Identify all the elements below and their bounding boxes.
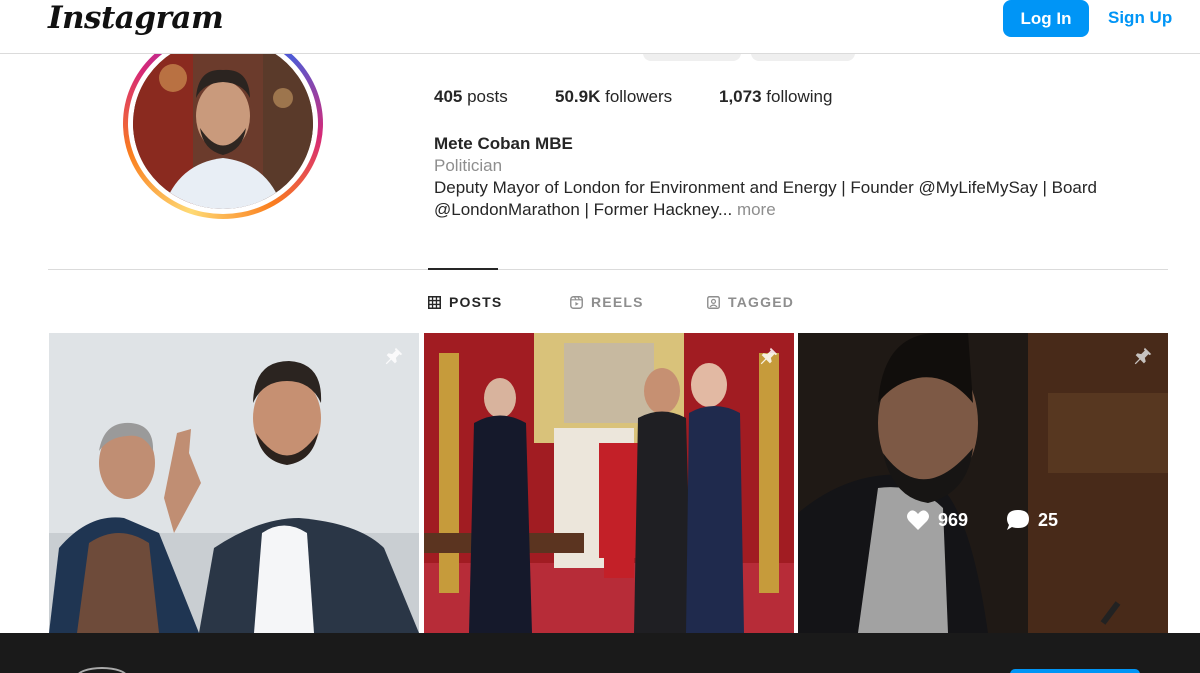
heart-icon: [907, 510, 929, 530]
post-tile-1[interactable]: [49, 333, 419, 633]
tab-posts[interactable]: POSTS: [428, 294, 502, 310]
comment-icon: [1007, 510, 1029, 530]
pin-icon: [1134, 347, 1152, 365]
posts-value: 405: [434, 87, 463, 106]
posts-count: 405 posts: [434, 87, 508, 107]
avatar-photo: [133, 38, 313, 209]
post-hover-overlay: [798, 333, 1168, 633]
tabs-divider: [48, 269, 1168, 270]
active-tab-indicator: [428, 268, 498, 270]
post-image-1: [49, 333, 419, 633]
tab-posts-label: POSTS: [449, 294, 503, 310]
tagged-icon: [707, 295, 720, 309]
comments-value: 25: [1038, 509, 1059, 530]
post-tile-2[interactable]: [424, 333, 794, 633]
bio-text: @LondonMarathon | Former Hackney...: [434, 200, 733, 219]
login-banner: [0, 633, 1200, 673]
post-image-2: [424, 333, 794, 633]
likes-count: 969: [906, 509, 968, 531]
bio-text-line-2: @LondonMarathon | Former Hackney... more: [434, 199, 1134, 221]
story-ring[interactable]: [123, 28, 323, 219]
posts-label: posts: [462, 87, 508, 106]
followers-count[interactable]: 50.9K followers: [555, 87, 672, 107]
pin-icon: [385, 347, 403, 365]
instagram-logo[interactable]: Instagram: [48, 0, 224, 36]
tab-reels[interactable]: REELS: [570, 294, 644, 310]
log-in-button[interactable]: Log In: [1003, 0, 1089, 37]
tab-tagged-label: TAGGED: [728, 294, 795, 310]
followers-label: followers: [600, 87, 673, 106]
followers-value: 50.9K: [555, 87, 601, 106]
profile-avatar[interactable]: [133, 38, 313, 209]
bio-text-line-1: Deputy Mayor of London for Environment a…: [434, 178, 1097, 197]
profile-name: Mete Coban MBE: [434, 134, 573, 153]
following-value: 1,073: [719, 87, 762, 106]
post-tile-3[interactable]: 969 25: [798, 333, 1168, 633]
more-link[interactable]: more: [732, 200, 776, 219]
grid-icon: [428, 295, 441, 309]
tab-reels-label: REELS: [591, 294, 644, 310]
profile-category: Politician: [434, 156, 503, 175]
likes-value: 969: [938, 509, 969, 530]
banner-button-partial[interactable]: [1010, 669, 1140, 673]
sign-up-link[interactable]: Sign Up: [1108, 8, 1172, 28]
profile-bio: Mete Coban MBE Politician Deputy Mayor o…: [434, 133, 1134, 221]
banner-logo-partial: [76, 667, 128, 673]
reels-icon: [570, 295, 583, 309]
following-count[interactable]: 1,073 following: [719, 87, 832, 107]
pin-icon: [760, 347, 778, 365]
tab-tagged[interactable]: TAGGED: [707, 294, 794, 310]
comments-count: 25: [1006, 509, 1058, 531]
following-label: following: [761, 87, 833, 106]
top-navigation: Instagram Log In Sign Up: [0, 0, 1200, 54]
